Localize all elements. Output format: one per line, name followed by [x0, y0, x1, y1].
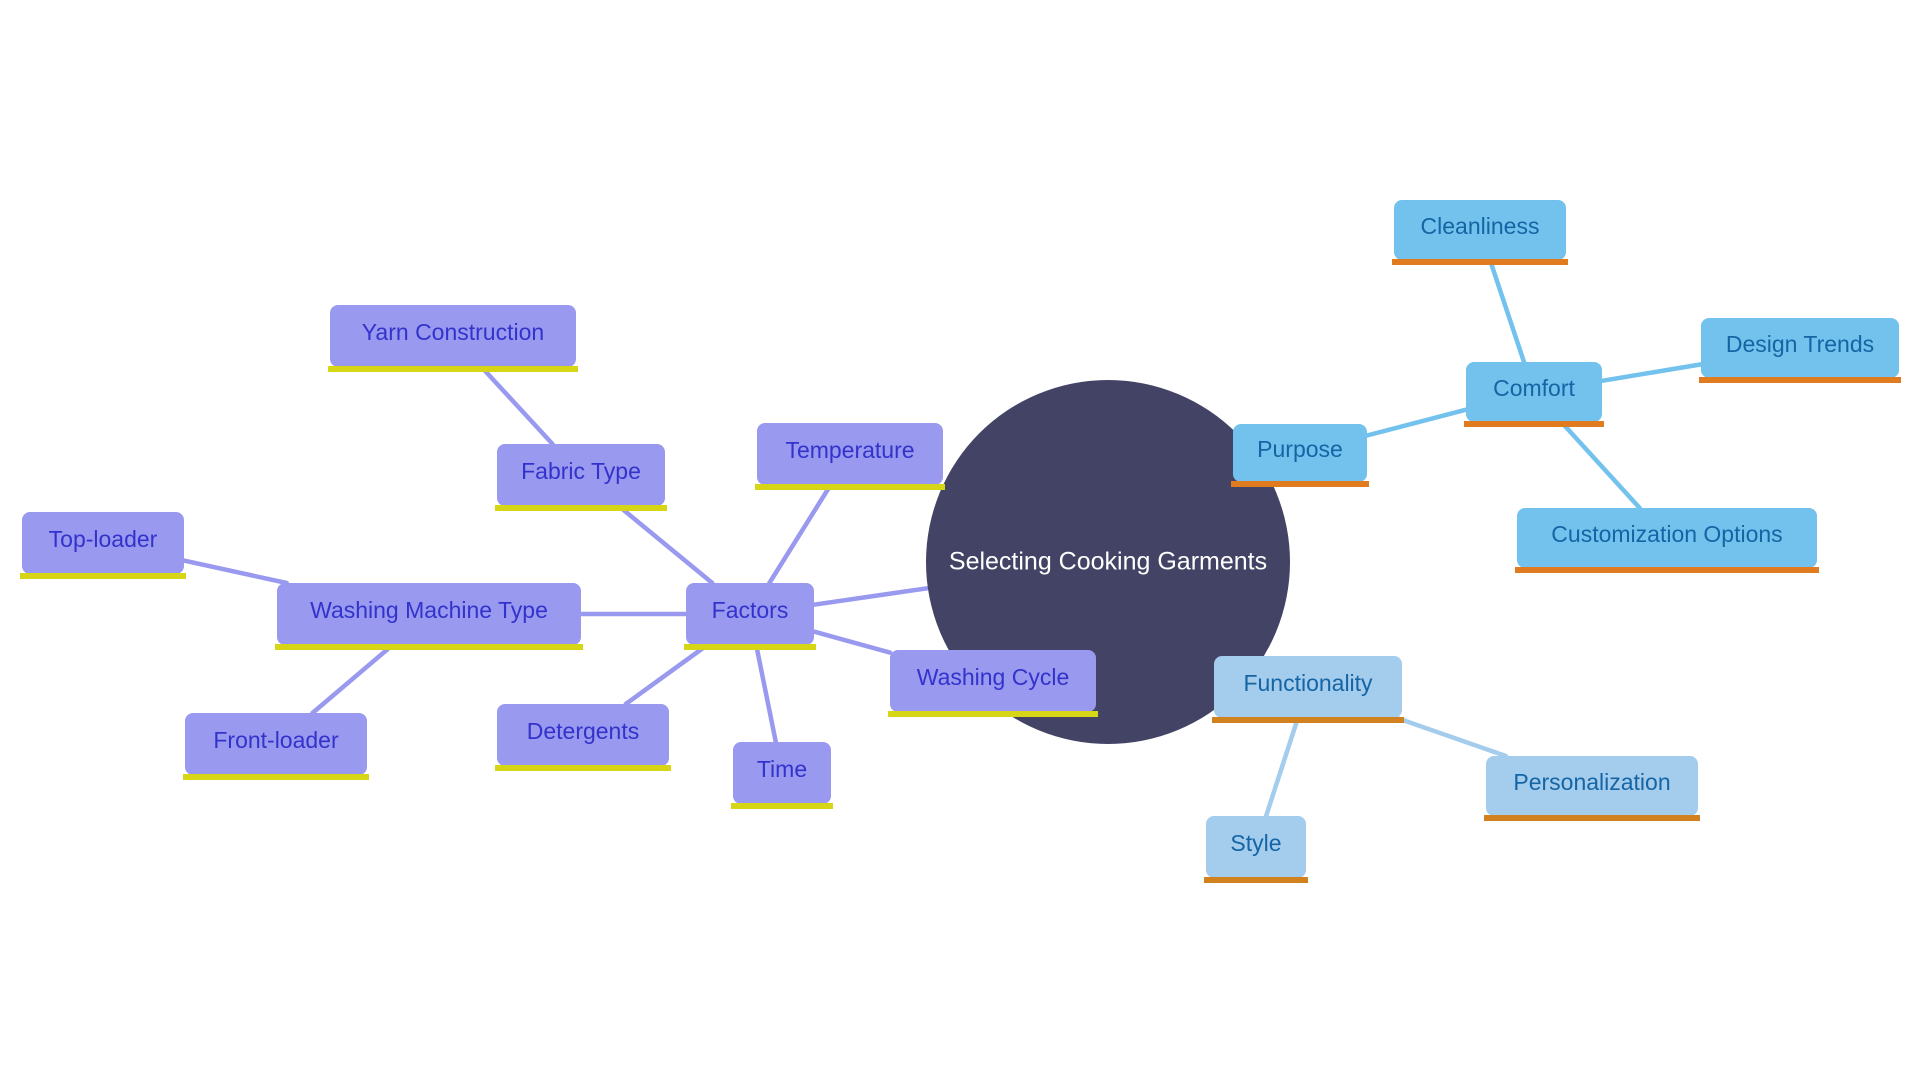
node-label-fabric_type: Fabric Type	[521, 458, 641, 484]
node-label-customization: Customization Options	[1551, 521, 1782, 547]
node-fabric_type[interactable]: Fabric Type	[495, 444, 667, 511]
edge-functionality-to-style	[1263, 715, 1301, 819]
node-underline-factors	[684, 644, 816, 650]
node-functionality[interactable]: Functionality	[1212, 656, 1404, 723]
node-label-style: Style	[1230, 830, 1281, 856]
node-underline-temperature	[755, 484, 945, 490]
edge-comfort-to-cleanliness	[1487, 257, 1527, 365]
edge-washing_machine_type-to-top_loader	[181, 558, 289, 586]
node-underline-customization	[1515, 567, 1819, 573]
node-underline-washing_cycle	[888, 711, 1098, 717]
node-label-time: Time	[757, 756, 807, 782]
node-label-comfort: Comfort	[1493, 375, 1575, 401]
node-underline-style	[1204, 877, 1308, 883]
node-front_loader[interactable]: Front-loader	[183, 713, 369, 780]
edge-factors-to-fabric_type	[616, 503, 715, 586]
node-washing_cycle[interactable]: Washing Cycle	[888, 650, 1098, 717]
node-label-factors: Factors	[712, 597, 789, 623]
node-underline-purpose	[1231, 481, 1369, 487]
edge-fabric_type-to-yarn_construction	[479, 364, 555, 447]
node-underline-fabric_type	[495, 505, 667, 511]
edge-factors-to-washing_cycle	[811, 629, 893, 655]
node-personalization[interactable]: Personalization	[1484, 756, 1700, 821]
edge-comfort-to-customization	[1559, 419, 1642, 511]
node-style[interactable]: Style	[1204, 816, 1308, 883]
node-design_trends[interactable]: Design Trends	[1699, 318, 1901, 383]
node-underline-comfort	[1464, 421, 1604, 427]
node-yarn_construction[interactable]: Yarn Construction	[328, 305, 578, 372]
edge-factors-to-temperature	[767, 482, 833, 586]
root-node-label: Selecting Cooking Garments	[949, 548, 1267, 576]
edge-purpose-to-comfort	[1364, 407, 1469, 438]
node-label-top_loader: Top-loader	[49, 526, 158, 552]
node-label-temperature: Temperature	[785, 437, 914, 463]
node-purpose[interactable]: Purpose	[1231, 424, 1369, 487]
edge-factors-to-time	[753, 642, 779, 745]
edge-functionality-to-personalization	[1394, 715, 1509, 759]
node-label-washing_machine_type: Washing Machine Type	[310, 597, 548, 623]
edge-root-to-factors	[811, 585, 931, 607]
node-label-washing_cycle: Washing Cycle	[917, 664, 1070, 690]
node-underline-yarn_construction	[328, 366, 578, 372]
node-customization[interactable]: Customization Options	[1515, 508, 1819, 573]
node-cleanliness[interactable]: Cleanliness	[1392, 200, 1568, 265]
node-washing_machine_type[interactable]: Washing Machine Type	[275, 583, 583, 650]
node-label-purpose: Purpose	[1257, 436, 1343, 462]
node-label-cleanliness: Cleanliness	[1421, 213, 1540, 239]
node-underline-front_loader	[183, 774, 369, 780]
node-temperature[interactable]: Temperature	[755, 423, 945, 490]
edge-comfort-to-design_trends	[1599, 362, 1704, 384]
node-comfort[interactable]: Comfort	[1464, 362, 1604, 427]
mind-map-svg: Selecting Cooking Garments Purpose Cleanl…	[20, 200, 1901, 883]
node-label-functionality: Functionality	[1243, 670, 1373, 696]
node-underline-detergents	[495, 765, 671, 771]
node-label-design_trends: Design Trends	[1726, 331, 1874, 357]
node-label-detergents: Detergents	[527, 718, 640, 744]
node-label-personalization: Personalization	[1513, 769, 1670, 795]
node-factors[interactable]: Factors	[684, 583, 816, 650]
node-underline-functionality	[1212, 717, 1404, 723]
node-underline-washing_machine_type	[275, 644, 583, 650]
node-underline-personalization	[1484, 815, 1700, 821]
node-underline-time	[731, 803, 833, 809]
mind-map-canvas: Selecting Cooking Garments Purpose Cleanl…	[0, 0, 1920, 1080]
node-detergents[interactable]: Detergents	[495, 704, 671, 771]
node-underline-top_loader	[20, 573, 186, 579]
node-label-yarn_construction: Yarn Construction	[362, 319, 544, 345]
edge-washing_machine_type-to-front_loader	[310, 642, 395, 716]
node-time[interactable]: Time	[731, 742, 833, 809]
node-label-front_loader: Front-loader	[213, 727, 339, 753]
node-underline-design_trends	[1699, 377, 1901, 383]
node-top_loader[interactable]: Top-loader	[20, 512, 186, 579]
edge-factors-to-detergents	[623, 642, 710, 707]
node-underline-cleanliness	[1392, 259, 1568, 265]
